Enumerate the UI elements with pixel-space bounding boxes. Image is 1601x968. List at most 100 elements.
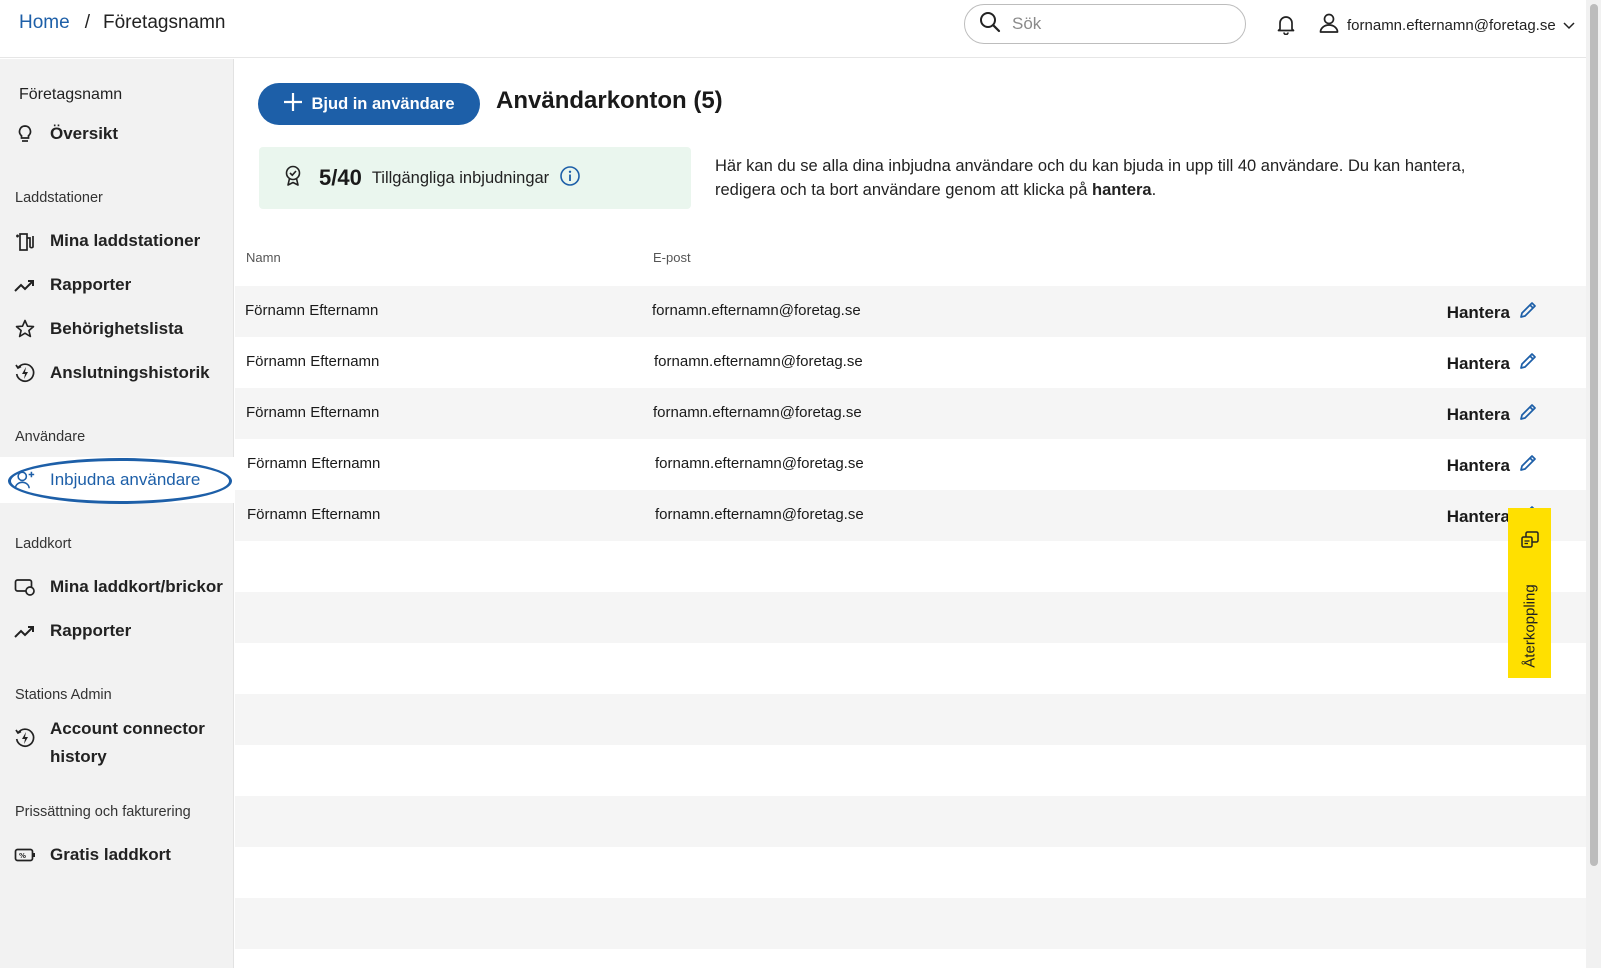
award-badge-icon (284, 165, 302, 192)
scrollbar-thumb[interactable] (1590, 4, 1598, 866)
table-row: Förnamn Efternamn fornamn.efternamn@fore… (235, 490, 1586, 541)
chevron-down-icon (1563, 17, 1575, 34)
sidebar-item-label: Gratis laddkort (50, 845, 171, 864)
add-user-icon (14, 469, 36, 491)
user-name: Förnamn Efternamn (246, 404, 380, 421)
lightbulb-icon (14, 123, 36, 145)
user-icon (1318, 12, 1340, 38)
manage-button[interactable]: Hantera (1447, 402, 1538, 427)
sidebar-item-label: Översikt (50, 124, 119, 143)
sidebar-company-name: Företagsnamn (19, 86, 123, 103)
description-text: Här kan du se alla dina inbjudna använda… (715, 154, 1515, 202)
user-email-cell: fornamn.efternamn@foretag.se (653, 404, 862, 421)
description-body: Här kan du se alla dina inbjudna använda… (715, 157, 1466, 199)
card-icon (14, 576, 36, 598)
sidebar-item-label: Account connector history (50, 719, 205, 766)
invite-button-label: Bjud in användare (311, 94, 455, 113)
history-bolt-icon (14, 727, 36, 749)
table-row: Förnamn Efternamn fornamn.efternamn@fore… (235, 388, 1586, 439)
invites-count: 5/40 (319, 165, 362, 190)
column-header-name: Namn (246, 250, 281, 265)
section-stations-admin: Stations Admin (15, 687, 112, 703)
user-name: Förnamn Efternamn (247, 506, 381, 523)
notification-bell-icon[interactable] (1275, 13, 1297, 40)
section-users: Användare (15, 429, 86, 445)
sidebar-item-label: Mina laddstationer (50, 231, 201, 250)
pencil-icon (1518, 351, 1538, 376)
manage-button[interactable]: Hantera (1447, 300, 1538, 325)
sidebar-item-label: Inbjudna användare (50, 470, 201, 489)
section-charging-cards: Laddkort (15, 536, 72, 552)
manage-label: Hantera (1446, 404, 1510, 424)
sidebar-item-overview[interactable]: Översikt (14, 123, 118, 145)
pencil-icon (1518, 300, 1538, 325)
charging-station-icon (14, 230, 36, 252)
search-icon (979, 11, 1001, 38)
sidebar-item-card-reports[interactable]: Rapporter (14, 620, 131, 642)
breadcrumb: Home / Företagsnamn (19, 12, 225, 34)
empty-row (235, 796, 1586, 847)
feedback-label: Återkoppling (1521, 584, 1538, 668)
user-email-cell: fornamn.efternamn@foretag.se (652, 302, 861, 319)
sidebar-item-invited-users[interactable]: Inbjudna användare (0, 457, 234, 503)
empty-row (235, 898, 1586, 949)
search-input[interactable] (1012, 14, 1232, 34)
empty-row (235, 847, 1586, 898)
sidebar-item-my-stations[interactable]: Mina laddstationer (14, 230, 200, 252)
invite-users-button[interactable]: Bjud in användare (258, 83, 480, 125)
breadcrumb-home-link[interactable]: Home (19, 12, 70, 34)
breadcrumb-separator: / (84, 12, 90, 33)
user-name: Förnamn Efternamn (246, 353, 380, 370)
section-charging-stations: Laddstationer (15, 190, 103, 206)
feedback-icon (1520, 530, 1540, 555)
vertical-scrollbar[interactable] (1586, 0, 1601, 968)
user-name: Förnamn Efternamn (245, 302, 379, 319)
sidebar-item-label: Behörighetslista (50, 319, 184, 338)
sidebar-item-label: Anslutningshistorik (50, 363, 210, 382)
empty-row (235, 643, 1586, 694)
empty-row (235, 592, 1586, 643)
empty-row (235, 694, 1586, 745)
sidebar-item-account-connector-history[interactable]: Account connector history (14, 715, 220, 771)
search-box[interactable] (964, 4, 1246, 44)
user-email-cell: fornamn.efternamn@foretag.se (655, 506, 864, 523)
sidebar-item-reports[interactable]: Rapporter (14, 274, 131, 296)
sidebar-item-label: Rapporter (50, 621, 132, 640)
description-bold: hantera (1091, 181, 1152, 199)
sidebar-item-my-cards[interactable]: Mina laddkort/brickor (14, 576, 223, 598)
user-email-cell: fornamn.efternamn@foretag.se (655, 455, 864, 472)
column-header-email: E-post (653, 250, 691, 265)
manage-button[interactable]: Hantera (1447, 351, 1538, 376)
sidebar-item-connection-history[interactable]: Anslutningshistorik (14, 362, 210, 384)
table-row: Förnamn Efternamn fornamn.efternamn@fore… (235, 337, 1586, 388)
manage-label: Hantera (1446, 302, 1510, 322)
user-email: fornamn.efternamn@foretag.se (1347, 16, 1556, 34)
available-invites-box: 5/40 Tillgängliga inbjudningar (259, 147, 691, 209)
info-icon[interactable] (559, 165, 581, 192)
manage-label: Hantera (1446, 353, 1510, 373)
history-bolt-icon (14, 362, 36, 384)
user-menu[interactable]: fornamn.efternamn@foretag.se (1318, 12, 1575, 38)
top-bar: Home / Företagsnamn fornamn.efternamn@fo… (0, 0, 1586, 58)
manage-button[interactable]: Hantera (1447, 453, 1538, 478)
empty-row (235, 541, 1586, 592)
section-pricing-billing: Prissättning och fakturering (15, 804, 191, 820)
trending-up-icon (14, 620, 36, 642)
sidebar-item-free-card[interactable]: % Gratis laddkort (14, 844, 171, 866)
sidebar: Företagsnamn Översikt Laddstationer Mina… (0, 59, 234, 968)
users-table: Förnamn Efternamn fornamn.efternamn@fore… (235, 286, 1586, 949)
table-row: Förnamn Efternamn fornamn.efternamn@fore… (235, 439, 1586, 490)
main-content: Bjud in användare Användarkonton (5) 5/4… (235, 59, 1586, 968)
plus-icon (283, 90, 303, 116)
battery-card-icon: % (14, 844, 36, 866)
pencil-icon (1518, 402, 1538, 427)
star-icon (14, 318, 36, 340)
sidebar-item-permissions[interactable]: Behörighetslista (14, 318, 183, 340)
feedback-tab[interactable]: Återkoppling (1508, 508, 1551, 678)
pencil-icon (1518, 453, 1538, 478)
invites-label: Tillgängliga inbjudningar (371, 168, 550, 187)
svg-text:%: % (19, 852, 26, 860)
description-end: . (1151, 181, 1157, 199)
sidebar-item-label: Rapporter (50, 275, 132, 294)
trending-up-icon (14, 274, 36, 296)
